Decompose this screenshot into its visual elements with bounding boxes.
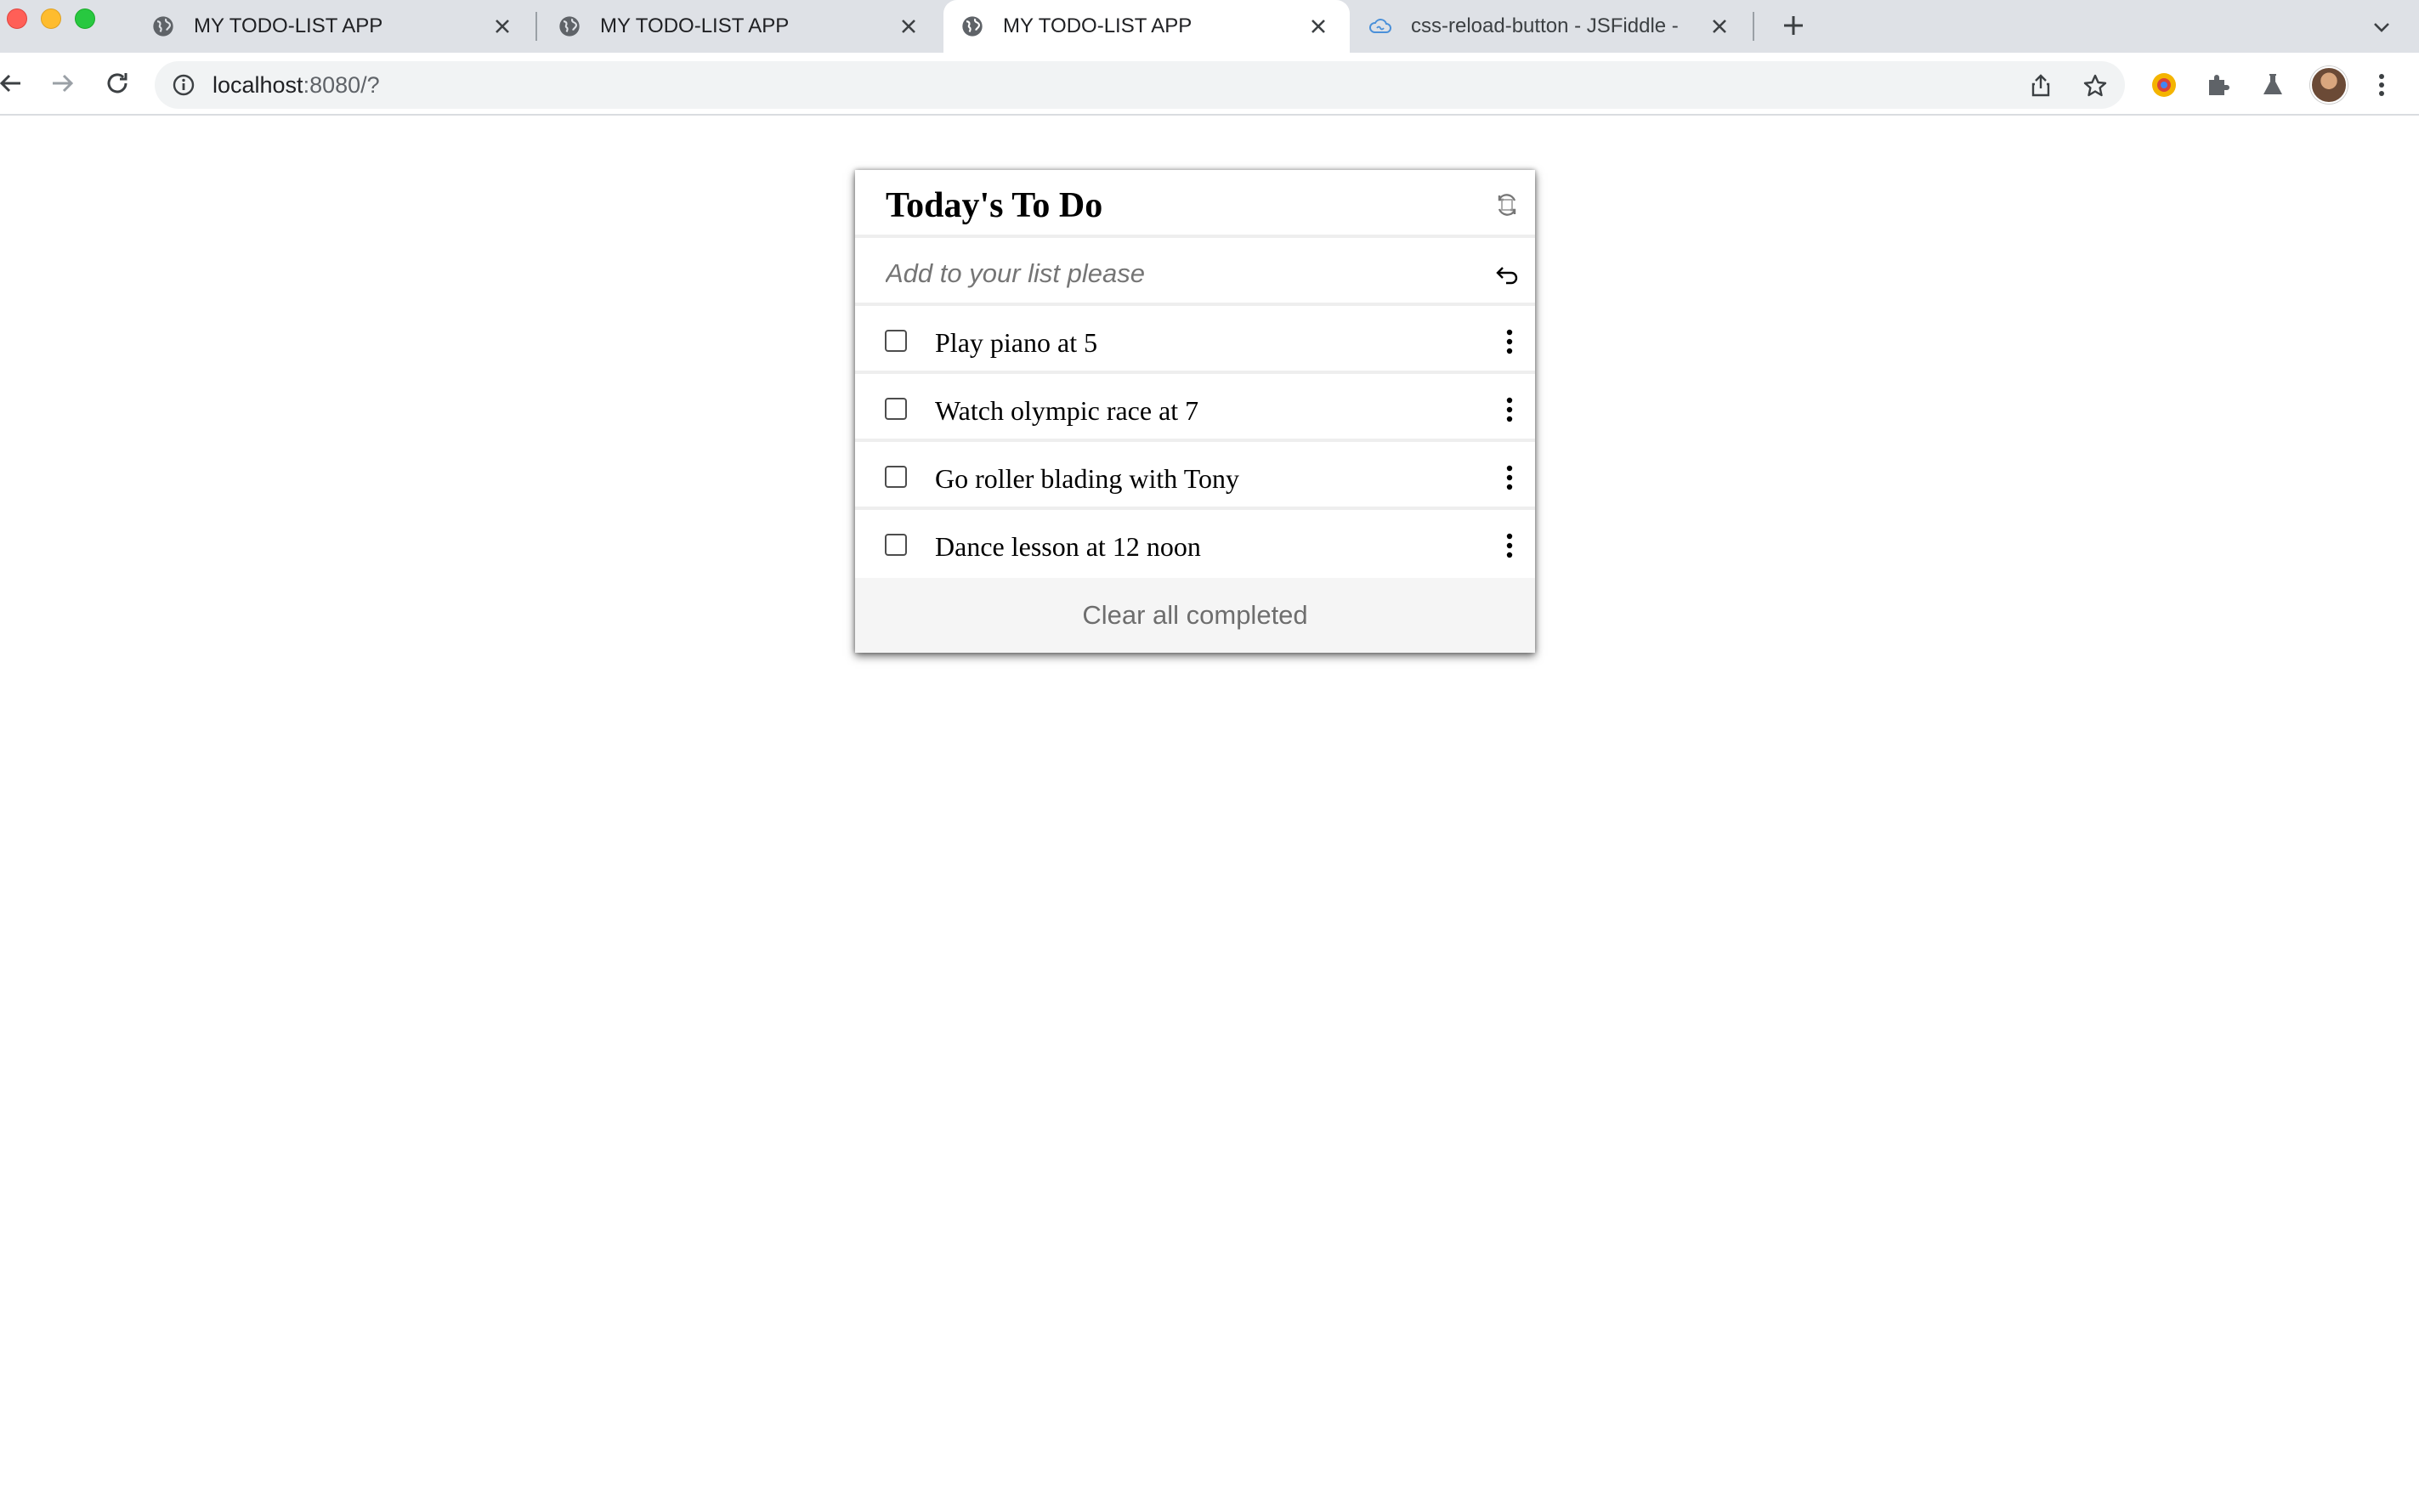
browser-tab-3-active[interactable]: MY TODO-LIST APP [943,0,1350,53]
share-icon[interactable] [2028,73,2054,99]
todo-card: Today's To Do Play piano at 5 Watch olym… [855,170,1535,653]
todo-checkbox[interactable] [885,398,907,420]
reload-icon [107,73,127,93]
globe-icon [153,16,173,37]
browser-tab-2[interactable]: MY TODO-LIST APP [541,0,940,53]
url-text: localhost:8080/? [212,61,380,109]
tab-close-icon[interactable] [1707,14,1732,39]
undo-icon[interactable] [1494,260,1521,287]
plus-icon [1784,16,1803,35]
todo-item: Go roller blading with Tony [855,445,1535,510]
tab-separator [535,12,537,41]
todo-checkbox[interactable] [885,534,907,556]
add-todo-input[interactable] [886,250,1464,297]
tab-close-icon[interactable] [896,14,921,39]
more-options-icon[interactable] [1499,394,1520,425]
back-button[interactable] [0,65,29,102]
labs-flask-icon[interactable] [2256,68,2290,102]
jsfiddle-cloud-icon [1369,19,1391,33]
arrow-right-icon [53,74,74,93]
more-options-icon[interactable] [1499,530,1520,561]
minimize-window-button[interactable] [41,8,61,29]
todo-item: Play piano at 5 [855,309,1535,374]
close-window-button[interactable] [7,8,27,29]
card-footer: Clear all completed [855,578,1535,653]
clear-completed-button[interactable]: Clear all completed [855,578,1535,653]
todo-item: Dance lesson at 12 noon [855,513,1535,578]
tab-title: MY TODO-LIST APP [600,14,790,37]
globe-icon [559,16,580,37]
tab-title: MY TODO-LIST APP [1003,14,1193,37]
todo-checkbox[interactable] [885,330,907,352]
todo-checkbox[interactable] [885,466,907,488]
url-host: localhost [212,72,303,98]
profile-avatar[interactable] [2310,66,2348,104]
maximize-window-button[interactable] [75,8,95,29]
info-icon[interactable] [172,73,195,97]
more-options-icon[interactable] [1499,462,1520,493]
browser-menu-icon[interactable] [2365,68,2399,102]
add-todo-row [855,241,1535,306]
todo-text: Watch olympic race at 7 [935,395,1199,426]
tab-search-button[interactable] [2365,10,2399,44]
tab-strip: MY TODO-LIST APP MY TODO-LIST APP MY TOD… [0,0,2419,53]
todo-text: Go roller blading with Tony [935,463,1240,494]
extensions-puzzle-icon[interactable] [2201,68,2235,102]
browser-tab-4[interactable]: css-reload-button - JSFiddle - [1351,0,1751,53]
globe-icon [962,16,983,37]
browser-toolbar: localhost:8080/? [0,53,2419,116]
todo-text: Play piano at 5 [935,327,1098,358]
page-title: Today's To Do [886,186,1103,225]
arrow-left-icon [0,74,20,93]
more-options-icon[interactable] [1499,326,1520,357]
todo-item: Watch olympic race at 7 [855,377,1535,442]
tab-title: MY TODO-LIST APP [194,14,383,37]
tab-title: css-reload-button - JSFiddle - [1411,14,1679,37]
chevron-down-icon [2374,23,2389,32]
address-bar[interactable]: localhost:8080/? [155,61,2125,109]
url-rest: :8080/? [303,72,380,98]
tab-close-icon[interactable] [1306,14,1331,39]
tab-close-icon[interactable] [490,14,515,39]
reload-button[interactable] [99,65,136,102]
forward-button[interactable] [44,65,82,102]
tab-separator [1753,12,1754,41]
reload-list-icon[interactable] [1491,189,1523,221]
browser-tab-1[interactable]: MY TODO-LIST APP [134,0,534,53]
star-bookmark-icon[interactable] [2082,73,2108,99]
extension-color-icon[interactable] [2147,68,2181,102]
card-header: Today's To Do [855,170,1535,238]
todo-text: Dance lesson at 12 noon [935,531,1201,562]
new-tab-button[interactable] [1776,8,1810,42]
